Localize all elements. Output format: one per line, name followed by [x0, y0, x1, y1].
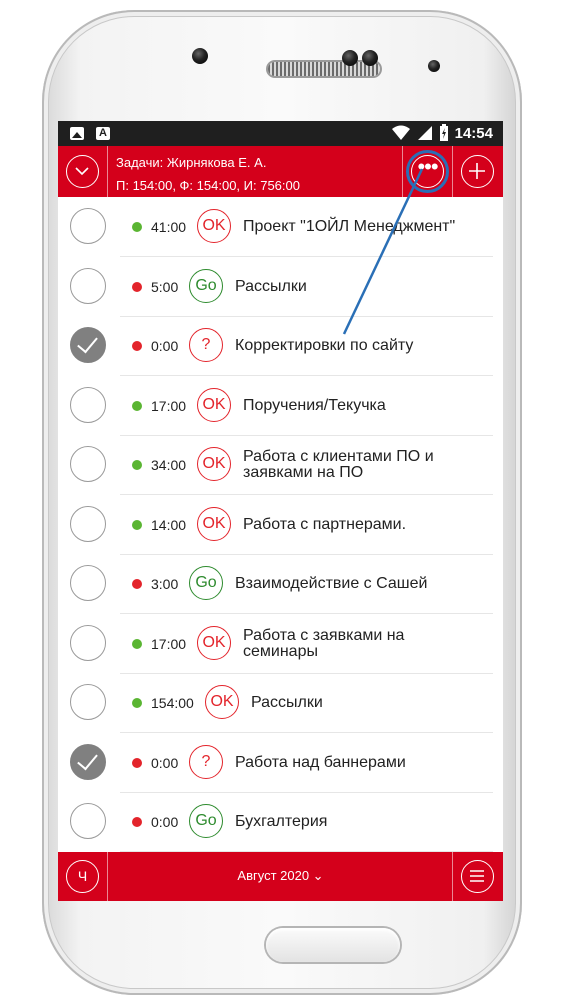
screen: A 14:54 Задачи: Жирнякова Е. А. П: 154:0… [58, 121, 503, 901]
annotation-arrow [342, 168, 424, 335]
front-camera [192, 48, 208, 64]
sensor-left [342, 50, 358, 66]
speaker-grille [268, 62, 380, 76]
sensor-right [362, 50, 378, 66]
home-button[interactable] [266, 928, 400, 962]
proximity-sensor [428, 60, 440, 72]
